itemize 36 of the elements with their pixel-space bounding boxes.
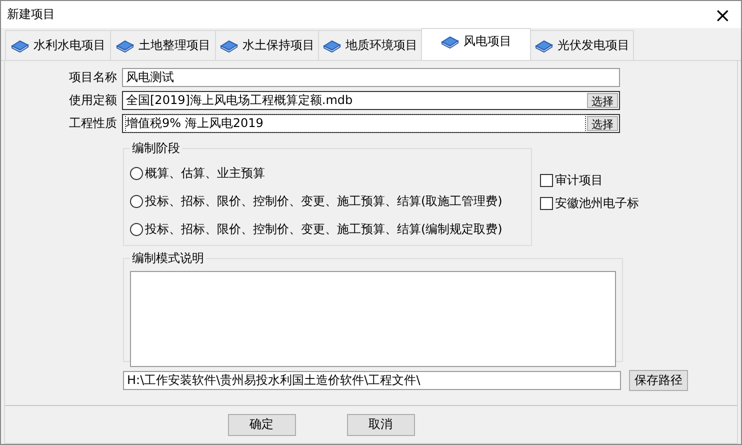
radio-button[interactable] bbox=[130, 222, 143, 236]
field-label: 项目名称 bbox=[68, 69, 118, 86]
book-icon bbox=[440, 34, 458, 48]
close-button[interactable]: × bbox=[710, 4, 735, 24]
cancel-button[interactable]: 取消 bbox=[346, 414, 414, 436]
window-title: 新建项目 bbox=[7, 6, 55, 23]
book-icon bbox=[10, 38, 28, 52]
book-icon bbox=[322, 38, 340, 52]
group-title: 编制阶段 bbox=[131, 140, 181, 157]
group-title: 编制模式说明 bbox=[131, 250, 205, 267]
option-label: 投标、招标、限价、控制价、变更、施工预算、结算(编制规定取费) bbox=[145, 220, 502, 238]
field-label: 使用定额 bbox=[68, 92, 118, 109]
checkbox[interactable] bbox=[540, 174, 553, 187]
radio-button[interactable] bbox=[130, 166, 143, 180]
checkbox[interactable] bbox=[540, 197, 553, 210]
radio-button[interactable] bbox=[130, 194, 143, 208]
select-button[interactable]: 选择 bbox=[587, 116, 618, 131]
option-label: 投标、招标、限价、控制价、变更、施工预算、结算(取施工管理费) bbox=[145, 192, 502, 210]
tab[interactable]: 水利水电项目 bbox=[5, 30, 111, 60]
checkbox-label: 审计项目 bbox=[555, 172, 603, 189]
description-area[interactable] bbox=[130, 271, 616, 367]
input-field[interactable]: 全国[2019]海上风电场工程概算定额.mdb 选择 bbox=[122, 91, 620, 110]
checkbox-label: 安徽池州电子标 bbox=[555, 195, 639, 212]
ok-button[interactable]: 确定 bbox=[228, 414, 296, 436]
input-field[interactable]: 增值税9% 海上风电2019 选择 bbox=[122, 114, 620, 133]
input-field[interactable]: 风电测试 bbox=[122, 68, 620, 87]
field-label: 工程性质 bbox=[68, 115, 118, 132]
tab[interactable]: 光伏发电项目 bbox=[530, 30, 634, 60]
save-path-button[interactable]: 保存路径 bbox=[629, 370, 688, 391]
book-icon bbox=[534, 38, 552, 52]
select-button[interactable]: 选择 bbox=[587, 93, 618, 108]
book-icon bbox=[116, 38, 134, 52]
book-icon bbox=[220, 38, 238, 52]
option-label: 概算、估算、业主预算 bbox=[145, 164, 265, 182]
tab[interactable]: 风电项目 bbox=[421, 28, 531, 60]
path-field[interactable]: H:\工作安装软件\贵州易投水利国土造价软件\工程文件\ bbox=[123, 371, 621, 390]
